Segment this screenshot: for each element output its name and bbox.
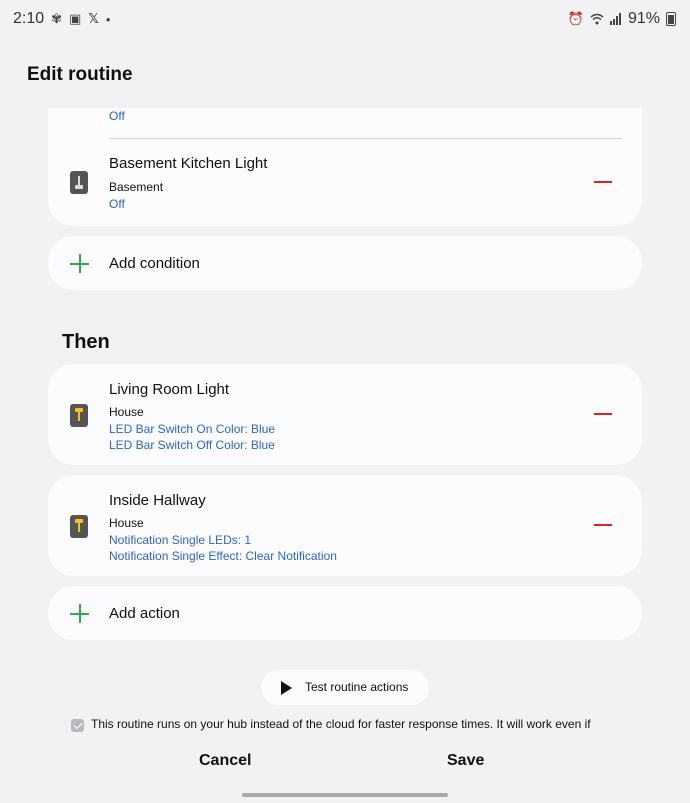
cancel-button[interactable]: Cancel bbox=[199, 752, 251, 770]
light-switch-icon bbox=[70, 515, 88, 538]
play-icon bbox=[281, 681, 292, 695]
device-room: Basement bbox=[109, 180, 164, 194]
add-condition-label: Add condition bbox=[109, 255, 200, 272]
test-routine-label: Test routine actions bbox=[305, 680, 409, 694]
device-name: Basement Kitchen Light bbox=[109, 155, 268, 172]
battery-percent: 91% bbox=[627, 10, 660, 27]
conditions-card: Off Basement Kitchen Light Basement Off bbox=[48, 108, 642, 226]
device-state: Notification Single LEDs: 1 bbox=[109, 533, 252, 547]
plus-icon bbox=[70, 604, 89, 623]
device-name: Living Room Light bbox=[109, 381, 230, 398]
status-dot: • bbox=[105, 11, 111, 27]
remove-action-button[interactable] bbox=[594, 413, 612, 415]
page-title: Edit routine bbox=[27, 64, 133, 85]
add-action-label: Add action bbox=[109, 605, 180, 622]
action-item[interactable]: Living Room Light House LED Bar Switch O… bbox=[48, 364, 642, 465]
battery-icon bbox=[666, 12, 676, 26]
condition-item[interactable]: Basement Kitchen Light Basement Off bbox=[48, 138, 642, 226]
signal-icon bbox=[609, 13, 621, 25]
device-room: House bbox=[109, 516, 144, 530]
device-state: LED Bar Switch Off Color: Blue bbox=[109, 438, 275, 452]
gallery-icon: ▣ bbox=[69, 11, 82, 26]
plus-icon bbox=[70, 254, 89, 273]
notice-text: This routine runs on your hub instead of… bbox=[91, 717, 591, 731]
remove-action-button[interactable] bbox=[594, 524, 612, 526]
status-right: ⏰ 91% bbox=[568, 10, 676, 28]
hub-notice: This routine runs on your hub instead of… bbox=[71, 716, 671, 734]
home-indicator[interactable] bbox=[242, 793, 448, 797]
remove-condition-button[interactable] bbox=[594, 181, 612, 183]
status-time: 2:10 bbox=[13, 10, 45, 27]
device-state: LED Bar Switch On Color: Blue bbox=[109, 422, 276, 436]
action-item[interactable]: Inside Hallway House Notification Single… bbox=[48, 475, 642, 576]
wifi-icon bbox=[590, 13, 604, 25]
light-switch-icon bbox=[70, 171, 88, 194]
x-icon: 𝕏 bbox=[88, 11, 99, 26]
fan-icon: ✾ bbox=[51, 11, 63, 26]
device-state: Off bbox=[109, 197, 125, 211]
then-heading: Then bbox=[62, 331, 110, 353]
status-left: 2:10 ✾ ▣ 𝕏 • bbox=[13, 10, 110, 28]
device-state: Notification Single Effect: Clear Notifi… bbox=[109, 549, 337, 563]
device-name: Inside Hallway bbox=[109, 492, 206, 509]
add-condition-button[interactable]: Add condition bbox=[48, 236, 642, 290]
light-switch-icon bbox=[70, 404, 88, 427]
save-button[interactable]: Save bbox=[447, 752, 484, 770]
hub-icon bbox=[71, 719, 84, 732]
device-room: House bbox=[109, 405, 144, 419]
add-action-button[interactable]: Add action bbox=[48, 586, 642, 640]
alarm-icon: ⏰ bbox=[567, 11, 584, 26]
partial-condition-state: Off bbox=[109, 109, 125, 123]
status-bar: 2:10 ✾ ▣ 𝕏 • ⏰ 91% bbox=[0, 0, 690, 38]
test-routine-button[interactable]: Test routine actions bbox=[261, 670, 429, 705]
